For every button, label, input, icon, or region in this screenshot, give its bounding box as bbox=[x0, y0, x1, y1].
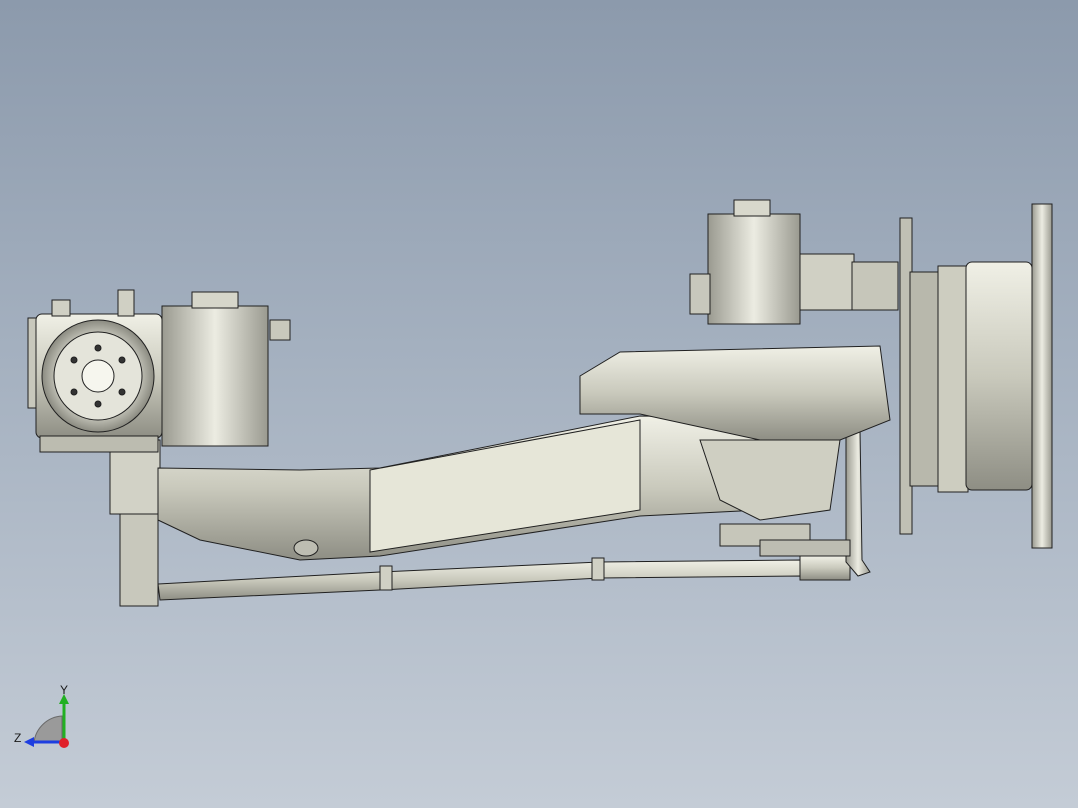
base-column bbox=[109, 439, 161, 607]
coordinate-triad: Y Z bbox=[14, 684, 69, 748]
wrist-motor-left bbox=[27, 289, 163, 453]
robot-arm-model[interactable] bbox=[0, 0, 1078, 808]
elbow-motor-top bbox=[689, 199, 899, 325]
triad-arc-icon bbox=[33, 715, 63, 743]
y-axis-label: Y bbox=[60, 684, 68, 697]
joint-housing-left bbox=[161, 291, 291, 447]
z-axis-label: Z bbox=[14, 731, 21, 745]
cad-viewport[interactable]: Y Z bbox=[0, 0, 1078, 808]
z-axis-head bbox=[24, 737, 34, 747]
mounting-flange-right bbox=[899, 203, 1053, 549]
x-axis-dot bbox=[59, 738, 69, 748]
